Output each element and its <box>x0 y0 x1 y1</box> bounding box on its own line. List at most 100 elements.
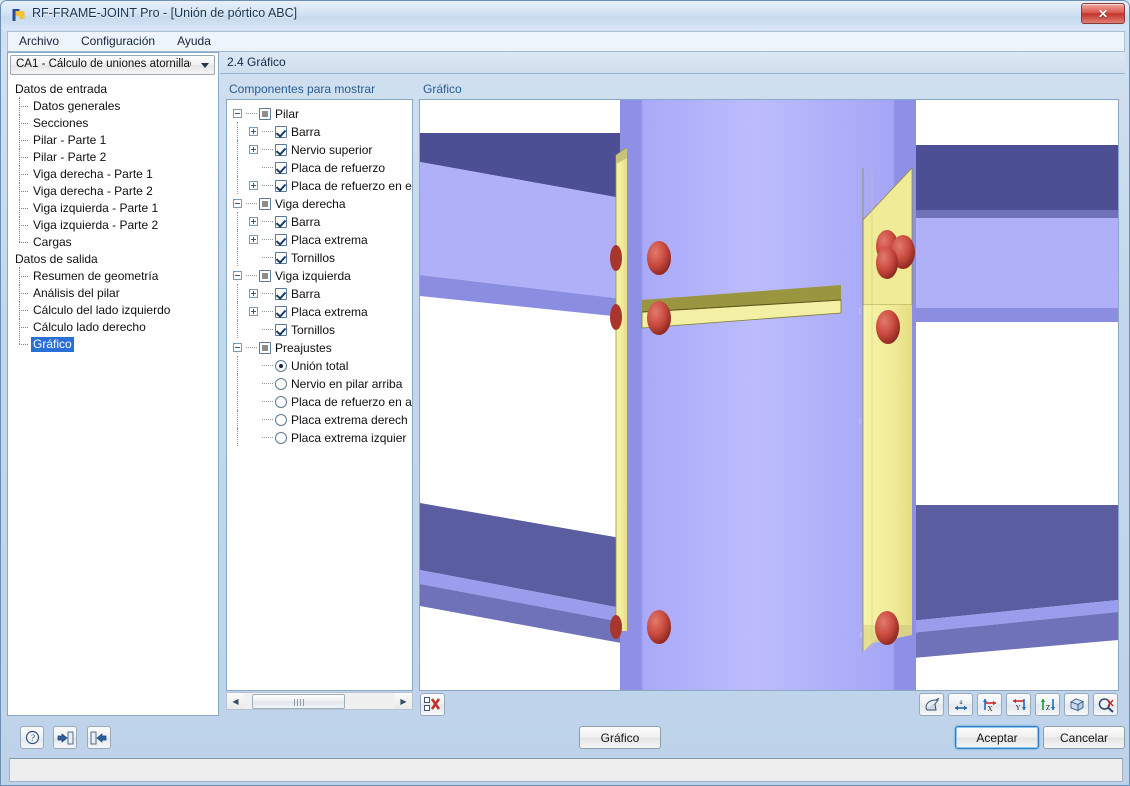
menu-configuracion[interactable]: Configuración <box>70 32 166 51</box>
preset-radio[interactable] <box>275 395 287 408</box>
view-z-icon[interactable]: Z <box>1035 693 1060 716</box>
graphic-viewport[interactable] <box>419 99 1119 691</box>
menu-bar: Archivo Configuración Ayuda <box>7 31 1125 52</box>
nav-item-datos-generales[interactable]: Datos generales <box>9 97 217 115</box>
menu-ayuda[interactable]: Ayuda <box>166 32 222 51</box>
component-tree-node[interactable]: Tornillos <box>233 320 412 338</box>
help-icon[interactable]: ? <box>20 726 44 749</box>
nav-item-label: Cargas <box>33 235 72 249</box>
previous-arrow-icon[interactable] <box>53 726 78 749</box>
component-tree-node[interactable]: Placa extrema <box>233 302 412 320</box>
preset-radio[interactable] <box>275 431 287 444</box>
preset-radio-selected[interactable] <box>275 359 287 372</box>
components-hscrollbar[interactable]: ◀ ▶ <box>226 692 413 710</box>
component-checkbox[interactable] <box>275 251 287 264</box>
nav-item-cargas[interactable]: Cargas <box>9 233 217 251</box>
expand-icon[interactable] <box>249 235 258 245</box>
view-y-icon[interactable]: Y <box>1006 693 1031 716</box>
nav-item-viga-izquierda-parte-1[interactable]: Viga izquierda - Parte 1 <box>9 199 217 217</box>
menu-archivo[interactable]: Archivo <box>8 32 70 51</box>
print-icon[interactable] <box>919 693 944 716</box>
component-tree-node[interactable]: Placa de refuerzo en a <box>233 392 412 410</box>
nav-item-resumen-de-geometria[interactable]: Resumen de geometría <box>9 267 217 285</box>
component-tree-node[interactable]: Barra <box>233 122 412 140</box>
component-checkbox[interactable] <box>275 305 287 318</box>
component-tree-node[interactable]: Barra <box>233 212 412 230</box>
nav-item-pilar-parte-2[interactable]: Pilar - Parte 2 <box>9 148 217 166</box>
nav-item-analisis-del-pilar[interactable]: Análisis del pilar <box>9 284 217 302</box>
component-tree-node[interactable]: Nervio superior <box>233 140 412 158</box>
cancelar-button[interactable]: Cancelar <box>1043 726 1125 749</box>
nav-item-viga-izquierda-parte-2[interactable]: Viga izquierda - Parte 2 <box>9 216 217 234</box>
zoom-icon[interactable] <box>1093 693 1118 716</box>
dimensions-icon[interactable]: a <box>948 693 973 716</box>
component-tree-node[interactable]: Barra <box>233 284 412 302</box>
component-label: Preajustes <box>275 340 332 355</box>
collapse-icon[interactable] <box>233 343 242 353</box>
component-tree-node[interactable]: Placa extrema derech <box>233 410 412 428</box>
collapse-icon[interactable] <box>233 199 242 209</box>
nav-item-calculo-del-lado-izquierdo[interactable]: Cálculo del lado izquierdo <box>9 301 217 319</box>
expand-icon[interactable] <box>249 127 258 137</box>
scroll-left-arrow-icon[interactable]: ◀ <box>227 693 244 709</box>
component-checkbox-partial[interactable] <box>259 341 271 354</box>
tree-guide-line <box>237 212 238 230</box>
component-checkbox[interactable] <box>275 215 287 228</box>
component-checkbox-partial[interactable] <box>259 107 271 120</box>
component-tree-node[interactable]: Pilar <box>233 104 412 122</box>
component-checkbox-partial[interactable] <box>259 197 271 210</box>
view-x-icon[interactable]: X <box>977 693 1002 716</box>
component-tree-node[interactable]: Placa de refuerzo <box>233 158 412 176</box>
nav-item-calculo-lado-derecho[interactable]: Cálculo lado derecho <box>9 318 217 336</box>
footer-bar: ? Gráfico Aceptar Cancelar <box>7 721 1125 755</box>
component-tree-node[interactable]: Viga derecha <box>233 194 412 212</box>
expand-icon[interactable] <box>249 217 258 227</box>
scroll-right-arrow-icon[interactable]: ▶ <box>395 693 412 709</box>
component-checkbox[interactable] <box>275 161 287 174</box>
nav-item-pilar-parte-1[interactable]: Pilar - Parte 1 <box>9 131 217 149</box>
expand-icon[interactable] <box>249 145 258 155</box>
component-checkbox[interactable] <box>275 125 287 138</box>
title-bar: RF-FRAME-JOINT Pro - [Unión de pórtico A… <box>1 1 1129 30</box>
application-window: RF-FRAME-JOINT Pro - [Unión de pórtico A… <box>0 0 1130 786</box>
nav-item-label: Datos generales <box>33 99 121 113</box>
expand-icon[interactable] <box>249 289 258 299</box>
component-checkbox[interactable] <box>275 233 287 246</box>
component-checkbox[interactable] <box>275 179 287 192</box>
component-tree-node[interactable]: Placa de refuerzo en e <box>233 176 412 194</box>
tree-connector <box>262 167 273 169</box>
component-checkbox[interactable] <box>275 287 287 300</box>
component-checkbox[interactable] <box>275 323 287 336</box>
component-tree-node[interactable]: Viga izquierda <box>233 266 412 284</box>
preset-radio[interactable] <box>275 377 287 390</box>
scrollbar-thumb[interactable] <box>252 693 345 709</box>
module-select-value: CA1 - Cálculo de uniones atornilladas <box>16 58 191 70</box>
isometric-view-icon[interactable] <box>1064 693 1089 716</box>
aceptar-button[interactable]: Aceptar <box>955 726 1039 749</box>
module-select[interactable]: CA1 - Cálculo de uniones atornilladas <box>10 55 215 75</box>
next-arrow-icon[interactable] <box>86 726 111 749</box>
expand-icon[interactable] <box>249 181 258 191</box>
component-tree-node[interactable]: Preajustes <box>233 338 412 356</box>
close-button[interactable]: ✕ <box>1081 3 1125 24</box>
component-checkbox-partial[interactable] <box>259 269 271 282</box>
collapse-icon[interactable] <box>233 109 242 119</box>
preset-radio[interactable] <box>275 413 287 426</box>
nav-item-grafico[interactable]: Gráfico <box>9 335 217 353</box>
tree-connector <box>262 149 273 151</box>
page-title: 2.4 Gráfico <box>227 55 286 69</box>
grafico-button[interactable]: Gráfico <box>579 726 661 749</box>
component-tree-node[interactable]: Unión total <box>233 356 412 374</box>
collapse-icon[interactable] <box>233 271 242 281</box>
nav-item-secciones[interactable]: Secciones <box>9 114 217 132</box>
nav-item-viga-derecha-parte-2[interactable]: Viga derecha - Parte 2 <box>9 182 217 200</box>
component-tree-node[interactable]: Tornillos <box>233 248 412 266</box>
nav-item-viga-derecha-parte-1[interactable]: Viga derecha - Parte 1 <box>9 165 217 183</box>
expand-icon[interactable] <box>249 307 258 317</box>
component-tree-node[interactable]: Placa extrema <box>233 230 412 248</box>
component-tree-node[interactable]: Placa extrema izquier <box>233 428 412 446</box>
nav-group-datos-de-salida: Datos de salida <box>15 252 98 266</box>
component-tree-node[interactable]: Nervio en pilar arriba <box>233 374 412 392</box>
component-checkbox[interactable] <box>275 143 287 156</box>
clear-selection-icon[interactable] <box>420 693 445 716</box>
